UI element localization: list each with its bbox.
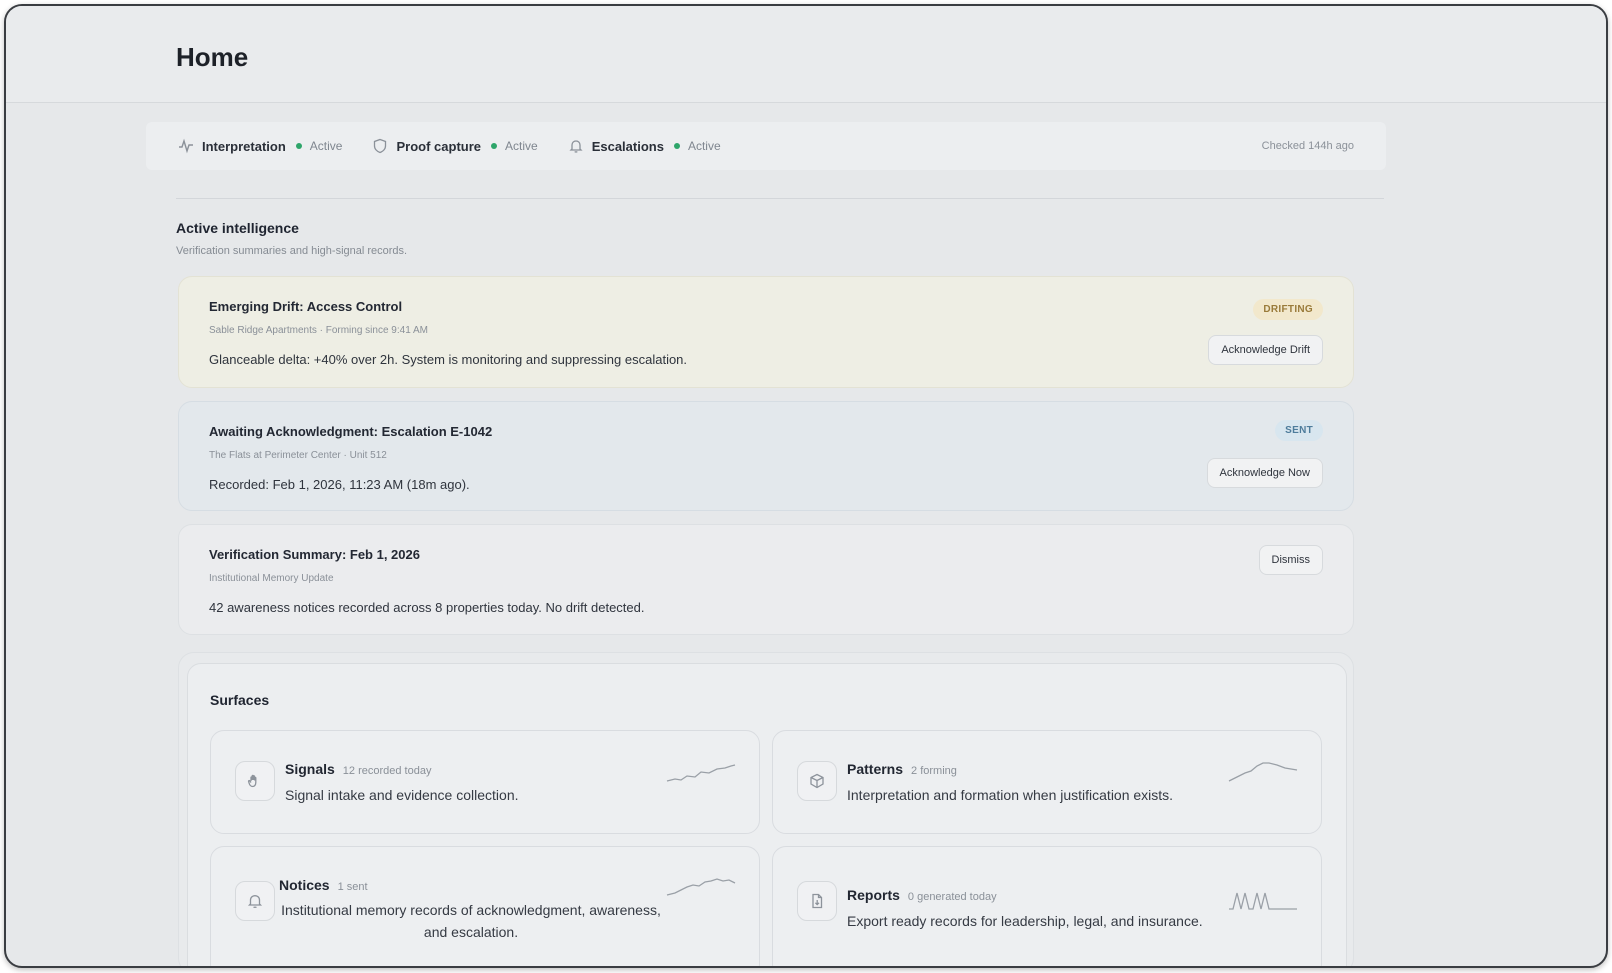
document-icon — [797, 881, 837, 921]
tile-description: Signal intake and evidence collection. — [285, 787, 519, 803]
intel-card-drift: Emerging Drift: Access Control Sable Rid… — [178, 276, 1354, 388]
card-meta: Institutional Memory Update — [209, 573, 334, 584]
surfaces-section: Surfaces Signals 12 recorded today Signa… — [178, 652, 1354, 966]
tile-head: Patterns 2 forming — [847, 761, 957, 777]
sparkline — [666, 764, 736, 782]
layers-icon — [797, 761, 837, 801]
tile-count: 12 recorded today — [342, 765, 432, 777]
status-badge: DRIFTING — [1253, 299, 1323, 320]
top-bar: Home — [6, 6, 1606, 103]
tile-count: 0 generated today — [907, 891, 997, 903]
status-escalations[interactable]: Escalations Active — [568, 138, 721, 154]
sparkline — [1229, 892, 1297, 910]
hand-icon — [235, 761, 275, 801]
tile-name: Notices — [279, 877, 330, 893]
tile-head: Reports 0 generated today — [847, 887, 997, 903]
card-body: 42 awareness notices recorded across 8 p… — [209, 600, 645, 615]
system-status-strip: Interpretation Active Proof capture Acti… — [146, 122, 1386, 170]
app-window: Home Interpretation Active Proof capture… — [4, 4, 1608, 968]
tile-count: 2 forming — [911, 765, 957, 777]
bell-icon — [568, 138, 584, 154]
tile-description: Interpretation and formation when justif… — [847, 787, 1174, 803]
tile-count: 1 sent — [337, 881, 368, 893]
status-dot — [491, 143, 497, 149]
card-body: Recorded: Feb 1, 2026, 11:23 AM (18m ago… — [209, 477, 470, 492]
tile-name: Reports — [847, 887, 900, 903]
sparkline — [1228, 762, 1298, 782]
shield-icon — [372, 138, 388, 154]
surface-tile-signals[interactable]: Signals 12 recorded today Signal intake … — [210, 730, 760, 834]
section-subtitle: Verification summaries and high-signal r… — [176, 245, 408, 257]
tile-name: Signals — [285, 761, 335, 777]
status-state: Active — [505, 139, 538, 153]
section-title: Surfaces — [210, 692, 270, 708]
status-dot — [673, 143, 680, 149]
card-title: Verification Summary: Feb 1, 2026 — [209, 547, 420, 562]
acknowledge-now-button[interactable]: Acknowledge Now — [1206, 458, 1323, 488]
tile-head: Notices 1 sent — [279, 877, 368, 893]
last-checked: Checked 144h ago — [1261, 140, 1354, 152]
surface-tile-reports[interactable]: Reports 0 generated today Export ready r… — [772, 846, 1322, 966]
tile-name: Patterns — [847, 761, 904, 777]
card-meta: Sable Ridge Apartments · Forming since 9… — [209, 325, 428, 336]
tile-head: Signals 12 recorded today — [285, 761, 431, 777]
surface-tile-notices[interactable]: Notices 1 sent Institutional memory reco… — [210, 846, 760, 966]
card-meta: The Flats at Perimeter Center · Unit 512 — [209, 450, 387, 461]
acknowledge-drift-button[interactable]: Acknowledge Drift — [1208, 335, 1323, 365]
sparkline — [666, 878, 736, 896]
activity-icon — [178, 138, 194, 154]
status-badge: SENT — [1275, 420, 1323, 441]
card-title: Emerging Drift: Access Control — [209, 299, 403, 314]
dismiss-button[interactable]: Dismiss — [1258, 545, 1323, 575]
page-title: Home — [176, 42, 249, 72]
status-label: Proof capture — [396, 138, 481, 154]
status-state: Active — [309, 139, 343, 153]
divider — [176, 198, 1384, 199]
tile-description: Export ready records for leadership, leg… — [847, 913, 1203, 929]
tile-description: Institutional memory records of acknowle… — [281, 902, 661, 940]
intel-card-escalation: Awaiting Acknowledgment: Escalation E-10… — [178, 401, 1354, 511]
surface-tile-patterns[interactable]: Patterns 2 forming Interpretation and fo… — [772, 730, 1322, 834]
status-proof-capture[interactable]: Proof capture Active — [372, 138, 538, 154]
card-title: Awaiting Acknowledgment: Escalation E-10… — [209, 424, 493, 439]
status-state: Active — [687, 139, 721, 153]
intel-card-summary: Verification Summary: Feb 1, 2026 Instit… — [178, 524, 1354, 635]
card-body: Glanceable delta: +40% over 2h. System i… — [209, 352, 688, 367]
status-label: Escalations — [591, 138, 664, 154]
bell-icon — [235, 881, 275, 921]
section-title: Active intelligence — [176, 220, 299, 236]
status-label: Interpretation — [202, 138, 286, 154]
status-dot — [295, 143, 302, 149]
surfaces-panel: Surfaces Signals 12 recorded today Signa… — [187, 663, 1347, 966]
status-interpretation[interactable]: Interpretation Active — [178, 138, 342, 154]
